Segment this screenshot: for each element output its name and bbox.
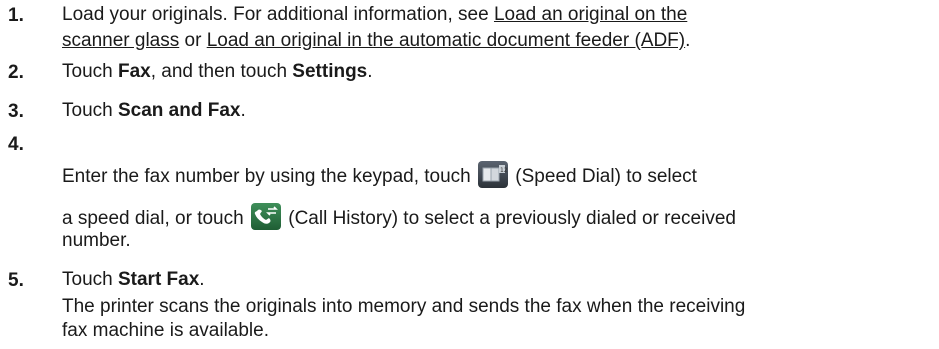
step-text: . [685, 30, 691, 51]
step-text: The printer scans the originals into mem… [62, 296, 746, 317]
step-text: (Speed Dial) to select [510, 166, 697, 187]
step-text: number. [62, 230, 131, 251]
step-number: 4. [8, 134, 24, 155]
step-line: The printer scans the originals into mem… [62, 294, 745, 320]
step-line: Touch Start Fax. [62, 267, 205, 293]
step-line: number. [62, 228, 131, 254]
step-number: 2. [8, 62, 24, 83]
link-load-original-glass[interactable]: Load an original on the [494, 4, 687, 25]
call-history-icon[interactable] [250, 203, 281, 230]
step-keyword-settings: Settings [292, 61, 368, 82]
step-text: Enter the fax number by using the keypad… [62, 166, 477, 187]
step-text: Load your originals. For additional info… [62, 4, 494, 25]
step-text: . [199, 269, 205, 290]
step-number: 3. [8, 101, 24, 122]
link-scanner-glass[interactable]: scanner glass [62, 30, 179, 51]
step-number: 5. [8, 270, 24, 291]
step-keyword-scan-and-fax: Scan and Fax [117, 100, 241, 121]
step-keyword-start-fax: Start Fax [117, 269, 200, 290]
link-load-original-adf[interactable]: Load an original in the automatic docume… [207, 30, 685, 51]
step-line: a speed dial, or touch (Call History) to… [62, 203, 736, 232]
step-number: 1. [8, 5, 24, 26]
step-text: a speed dial, or touch [62, 208, 249, 229]
step-keyword-fax: Fax [117, 61, 151, 82]
step-text: , and then touch [150, 61, 293, 82]
step-text: . [367, 61, 373, 82]
step-line: Touch Fax, and then touch Settings. [62, 59, 373, 85]
step-text: Touch [62, 100, 118, 121]
step-text: or [179, 30, 207, 51]
step-text: (Call History) to select a previously di… [282, 208, 736, 229]
step-text: Touch [62, 269, 118, 290]
step-text: fax machine is available. [62, 320, 269, 341]
speed-dial-icon[interactable]: 123 [478, 161, 512, 188]
svg-text:123: 123 [500, 167, 508, 174]
step-line: fax machine is available. [62, 318, 269, 344]
step-line: scanner glass or Load an original in the… [62, 28, 690, 54]
step-line: Enter the fax number by using the keypad… [62, 161, 697, 190]
step-text: . [240, 100, 246, 121]
step-line: Touch Scan and Fax. [62, 98, 246, 124]
step-line: Load your originals. For additional info… [62, 2, 687, 28]
instruction-steps: 1. Load your originals. For additional i… [0, 0, 939, 349]
step-text: Touch [62, 61, 118, 82]
